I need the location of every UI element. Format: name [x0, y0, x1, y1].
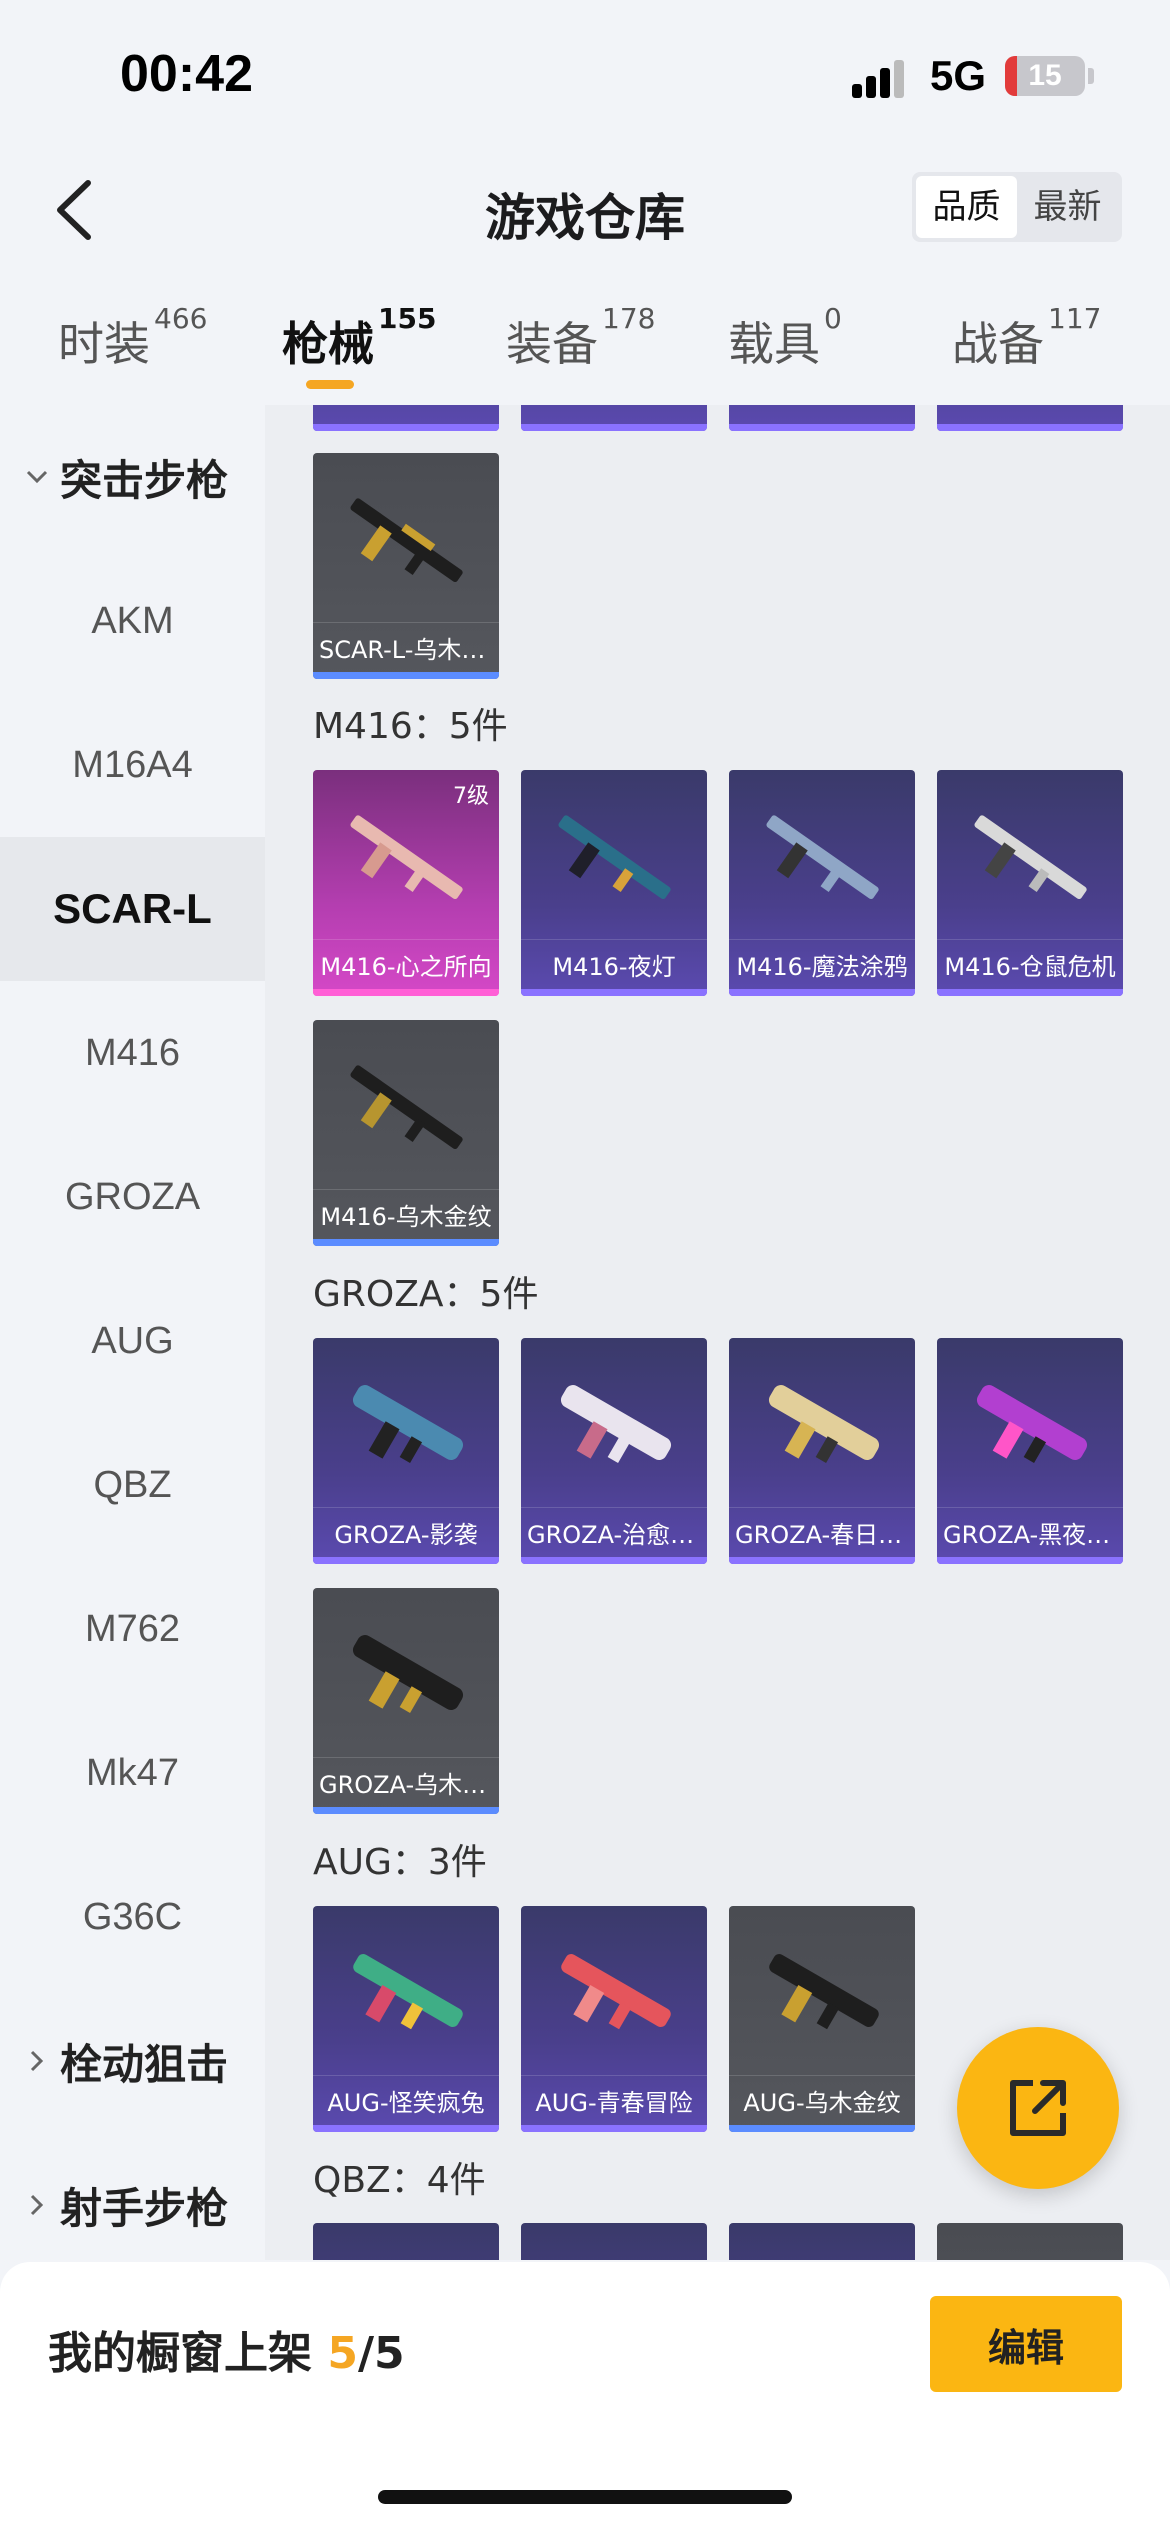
sidebar-item-m762[interactable]: M762: [0, 1557, 265, 1701]
weapon-card[interactable]: [729, 2223, 915, 2260]
sidebar-group-assault[interactable]: 突击步枪: [0, 405, 265, 549]
nav-bar: 游戏仓库 品质 最新: [0, 150, 1170, 270]
weapon-grid: SCAR-L-乌木金纹 M416：5件 7级 M416-心之所向 M416-夜灯…: [265, 405, 1170, 2260]
tab-vehicles[interactable]: 载具 0: [728, 302, 842, 374]
battery-tip: [1088, 68, 1094, 84]
weapon-card[interactable]: AUG-怪笑疯兔: [313, 1906, 499, 2132]
weapon-card[interactable]: AUG-乌木金纹: [729, 1906, 915, 2132]
tab-fashion[interactable]: 时装 466: [58, 302, 207, 374]
weapon-card-label: M416-仓鼠危机: [944, 953, 1116, 981]
home-indicator: [378, 2490, 792, 2504]
edit-button[interactable]: 编辑: [930, 2296, 1122, 2392]
weapon-card-label: GROZA-治愈之心: [527, 1521, 701, 1549]
share-button[interactable]: [957, 2027, 1119, 2189]
rifle-icon: [352, 1385, 464, 1463]
sidebar-item-g36c[interactable]: G36C: [0, 1845, 265, 1989]
category-tabs: 时装 466 枪械 155 装备 178 载具 0 战备 117: [0, 270, 1170, 405]
rifle-icon: [768, 1385, 880, 1463]
weapon-card-label: M416-夜灯: [552, 953, 676, 981]
share-icon: [1010, 2080, 1066, 2136]
status-bar: 00:42 5G 15: [0, 0, 1170, 150]
signal-icon: [852, 58, 912, 98]
chevron-down-icon: [22, 469, 52, 485]
network-type: 5G: [930, 52, 987, 99]
sort-toggle: 品质 最新: [912, 172, 1122, 242]
weapon-card-label: M416-乌木金纹: [320, 1203, 492, 1231]
weapon-card-label: M416-心之所向: [320, 953, 492, 981]
sidebar-group-bolt[interactable]: 栓动狙击: [0, 1989, 265, 2133]
tab-indicator: [306, 380, 354, 389]
chevron-right-icon: [22, 2049, 52, 2073]
weapon-card[interactable]: M416-魔法涂鸦: [729, 770, 915, 996]
sidebar: 突击步枪 AKM M16A4 SCAR-L M416 GROZA AUG QBZ…: [0, 405, 265, 2260]
rifle-icon: [350, 1065, 463, 1150]
bottom-bar: 我的橱窗上架 5/5 编辑: [0, 2262, 1170, 2532]
sidebar-item-aug[interactable]: AUG: [0, 1269, 265, 1413]
sidebar-item-m16a4[interactable]: M16A4: [0, 693, 265, 837]
weapon-card[interactable]: M416-夜灯: [521, 770, 707, 996]
rifle-icon: [766, 815, 879, 900]
weapon-card[interactable]: GROZA-春日花语: [729, 1338, 915, 1564]
rifle-icon: [560, 1385, 672, 1463]
weapon-card-label: GROZA-黑夜霓虹: [943, 1521, 1117, 1549]
tab-weapons[interactable]: 枪械 155: [282, 302, 436, 374]
sort-newest-button[interactable]: 最新: [1017, 176, 1118, 238]
sidebar-item-mk47[interactable]: Mk47: [0, 1701, 265, 1845]
weapon-card-label: SCAR-L-乌木金纹: [319, 636, 493, 664]
weapon-card-label: AUG-怪笑疯兔: [327, 2089, 485, 2117]
weapon-card[interactable]: [521, 2223, 707, 2260]
sidebar-item-qbz[interactable]: QBZ: [0, 1413, 265, 1557]
showcase-status: 我的橱窗上架 5/5: [48, 2328, 405, 2379]
tab-gear[interactable]: 战备 117: [952, 302, 1101, 374]
weapon-card[interactable]: SCAR-L-乌木金纹: [313, 453, 499, 679]
weapon-card[interactable]: [937, 405, 1123, 431]
rifle-icon: [561, 1954, 671, 2030]
status-time: 00:42: [120, 45, 253, 103]
weapon-card[interactable]: M416-仓鼠危机: [937, 770, 1123, 996]
weapon-card[interactable]: [521, 405, 707, 431]
battery-level: 15: [1028, 59, 1062, 92]
rifle-icon: [558, 815, 671, 900]
rifle-icon: [976, 1385, 1088, 1463]
weapon-card-label: GROZA-影袭: [334, 1521, 478, 1549]
weapon-card-label: GROZA-乌木金纹: [319, 1771, 493, 1799]
sidebar-item-m416[interactable]: M416: [0, 981, 265, 1125]
weapon-card[interactable]: GROZA-影袭: [313, 1338, 499, 1564]
weapon-card[interactable]: [729, 405, 915, 431]
weapon-card[interactable]: [313, 405, 499, 431]
showcase-count: 5: [327, 2328, 358, 2379]
section-title-qbz: QBZ：4件: [313, 2160, 486, 2201]
sidebar-item-groza[interactable]: GROZA: [0, 1125, 265, 1269]
weapon-card[interactable]: [937, 2223, 1123, 2260]
rifle-icon: [353, 1954, 463, 2030]
section-title-aug: AUG：3件: [313, 1842, 487, 1883]
weapon-card-label: GROZA-春日花语: [735, 1521, 909, 1549]
rifle-icon: [974, 815, 1087, 900]
weapon-card[interactable]: M416-乌木金纹: [313, 1020, 499, 1246]
sort-quality-button[interactable]: 品质: [916, 176, 1017, 238]
section-title-groza: GROZA：5件: [313, 1274, 539, 1315]
weapon-card[interactable]: [313, 2223, 499, 2260]
weapon-card-label: AUG-乌木金纹: [743, 2089, 901, 2117]
battery-icon: 15: [1005, 56, 1085, 96]
sidebar-item-scar-l[interactable]: SCAR-L: [0, 837, 265, 981]
rifle-icon: [352, 1635, 464, 1713]
sidebar-item-akm[interactable]: AKM: [0, 549, 265, 693]
rifle-icon: [350, 498, 463, 583]
weapon-card-label: AUG-青春冒险: [535, 2089, 693, 2117]
tab-equipment[interactable]: 装备 178: [506, 302, 655, 374]
sidebar-group-marksman[interactable]: 射手步枪: [0, 2133, 265, 2260]
weapon-card[interactable]: AUG-青春冒险: [521, 1906, 707, 2132]
weapon-card[interactable]: GROZA-治愈之心: [521, 1338, 707, 1564]
rifle-icon: [769, 1954, 879, 2030]
weapon-card[interactable]: GROZA-黑夜霓虹: [937, 1338, 1123, 1564]
weapon-card[interactable]: GROZA-乌木金纹: [313, 1588, 499, 1814]
rifle-icon: [350, 815, 463, 900]
chevron-right-icon: [22, 2193, 52, 2217]
section-title-m416: M416：5件: [313, 706, 508, 747]
weapon-card[interactable]: 7级 M416-心之所向: [313, 770, 499, 996]
weapon-card-label: M416-魔法涂鸦: [736, 953, 908, 981]
